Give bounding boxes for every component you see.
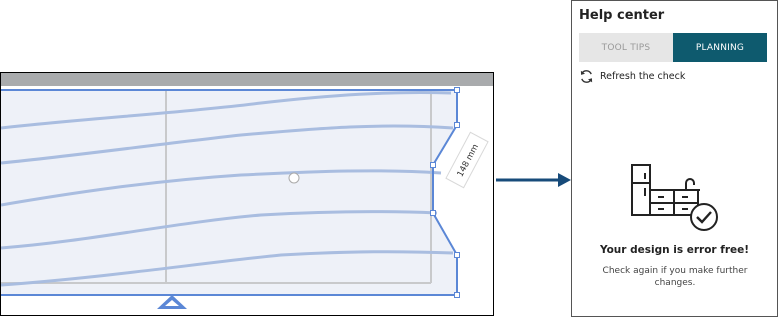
arrow-right-icon (496, 173, 571, 187)
help-center-panel: Help center TOOL TIPS PLANNING Refresh t… (571, 0, 778, 317)
screenshot-stage: 148 mm Help center TOOL TIPS PLANNING Re… (0, 0, 778, 317)
help-tabs: TOOL TIPS PLANNING (579, 33, 767, 62)
tab-planning[interactable]: PLANNING (673, 33, 767, 62)
kitchen-check-icon (631, 164, 718, 231)
status-title: Your design is error free! (599, 244, 750, 256)
dimension-tag: 148 mm (445, 131, 489, 189)
refresh-check-label: Refresh the check (600, 71, 686, 82)
anchor-triangle-icon[interactable] (157, 295, 187, 309)
refresh-check-button[interactable]: Refresh the check (579, 69, 685, 84)
refresh-icon (580, 70, 593, 83)
status-subtitle: Check again if you make further changes. (602, 266, 748, 288)
canvas-top-bar (1, 73, 493, 86)
help-center-title: Help center (579, 8, 665, 23)
canvas-drawing: 148 mm (1, 73, 493, 309)
design-canvas[interactable]: 148 mm (0, 72, 494, 316)
center-point[interactable] (288, 172, 300, 184)
tab-tool-tips[interactable]: TOOL TIPS (579, 33, 673, 62)
